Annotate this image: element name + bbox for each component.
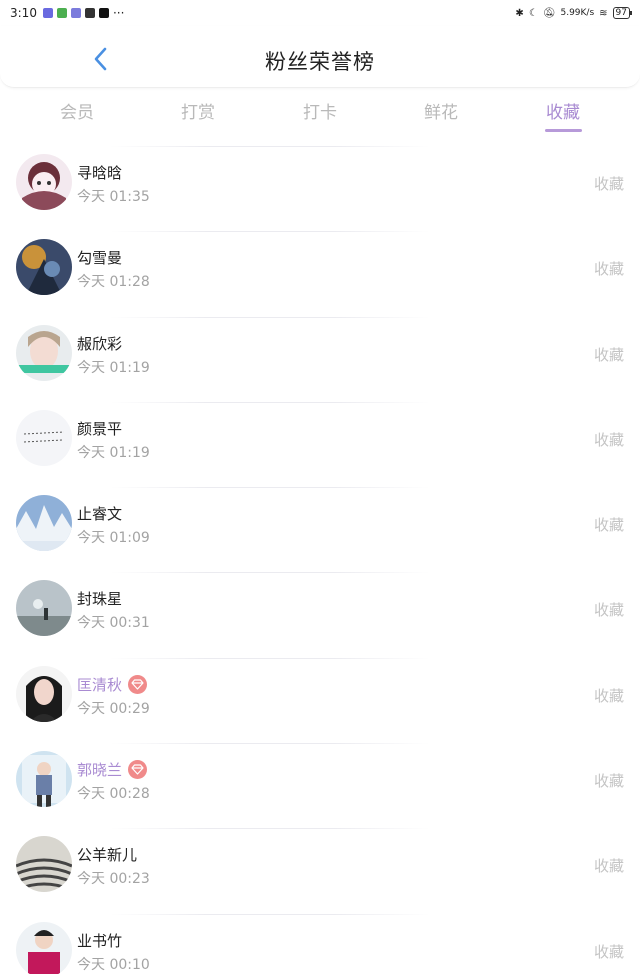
status-bar: 3:10 ··· ✱ ☾ 🔕︎ 5.99K/s ≋ 97 (0, 0, 640, 26)
favorite-time: 今天 01:35 (77, 189, 150, 205)
user-name: 勾雪曼 (77, 249, 123, 268)
favorite-label: 收藏 (593, 430, 624, 449)
list-item[interactable]: 勾雪曼 今天 01:28 收藏 (0, 231, 640, 316)
favorite-label: 收藏 (593, 942, 624, 961)
active-tab-indicator (545, 129, 582, 132)
favorite-label: 收藏 (593, 345, 624, 364)
avatar[interactable] (16, 836, 72, 893)
net-speed: 5.99K/s (560, 8, 595, 18)
avatar[interactable] (16, 239, 72, 296)
tab-bar: 会员 打赏 打卡 鲜花 收藏 (0, 92, 640, 134)
app-notification-icon (42, 8, 53, 18)
favorite-time: 今天 00:29 (77, 700, 150, 717)
vip-diamond-icon (128, 760, 148, 780)
favorite-label: 收藏 (593, 857, 624, 876)
divider (110, 231, 430, 233)
list-item[interactable]: 寻晗晗 今天 01:35 收藏 (0, 146, 640, 231)
mail-icon (70, 8, 81, 18)
avatar[interactable] (16, 409, 72, 466)
tab-checkin[interactable]: 打卡 (280, 98, 360, 123)
status-time: 3:10 (10, 6, 37, 20)
list-item[interactable]: 公羊新儿 今天 00:23 收藏 (0, 828, 640, 913)
name-line: 封珠星 (77, 588, 122, 609)
header: 粉丝荣誉榜 (0, 26, 640, 88)
list-item[interactable]: 匡清秋 今天 00:29 收藏 (0, 657, 640, 743)
qq-icon (84, 8, 95, 18)
divider (110, 316, 430, 318)
name-line: 赧欣彩 (77, 333, 122, 354)
status-left: 3:10 ··· (10, 6, 124, 20)
wechat-icon (56, 8, 67, 18)
tab-flowers[interactable]: 鲜花 (401, 98, 481, 123)
divider (110, 743, 430, 745)
vip-diamond-icon (128, 674, 148, 694)
tab-favorites[interactable]: 收藏 (523, 98, 603, 123)
divider (110, 913, 430, 915)
divider (110, 828, 430, 830)
favorite-label: 收藏 (593, 772, 624, 791)
name-line: 止睿文 (77, 503, 122, 524)
user-name: 匡清秋 (77, 675, 123, 694)
list-item[interactable]: 颜景平 今天 01:19 收藏 (0, 401, 640, 487)
list-item[interactable]: 业书竹 今天 00:10 收藏 (0, 913, 640, 974)
tab-reward[interactable]: 打赏 (158, 98, 238, 123)
favorite-time: 今天 01:09 (77, 530, 150, 547)
battery-icon: 97 (612, 7, 633, 19)
status-right: ✱ ☾ 🔕︎ 5.99K/s ≋ 97 (515, 7, 633, 19)
more-notifications-icon: ··· (112, 6, 125, 20)
favorite-time: 今天 00:28 (77, 786, 150, 803)
divider (110, 487, 430, 489)
user-name: 止睿文 (77, 505, 123, 524)
favorite-label: 收藏 (593, 260, 624, 279)
list-item[interactable]: 郭晓兰 今天 00:28 收藏 (0, 743, 640, 828)
favorite-time: 今天 01:28 (77, 274, 150, 291)
name-line: 勾雪曼 (77, 247, 122, 268)
user-name: 寻晗晗 (77, 164, 123, 182)
divider (110, 401, 430, 403)
wifi-icon: ≋ (599, 7, 608, 19)
favorite-time: 今天 00:10 (77, 956, 150, 973)
divider (110, 657, 430, 659)
mute-icon: 🔕︎ (542, 7, 556, 19)
tiktok-icon (98, 8, 109, 18)
favorite-time: 今天 00:31 (77, 615, 150, 632)
name-line: 颜景平 (77, 418, 122, 439)
avatar[interactable] (16, 921, 72, 974)
avatar[interactable] (16, 154, 72, 210)
favorite-time: 今天 00:23 (77, 871, 150, 888)
divider (110, 146, 430, 147)
avatar[interactable] (16, 580, 72, 637)
list-item[interactable]: 止睿文 今天 01:09 收藏 (0, 487, 640, 572)
user-name: 郭晓兰 (77, 761, 123, 780)
user-name: 封珠星 (77, 590, 123, 609)
favorite-label: 收藏 (593, 601, 624, 620)
favorite-label: 收藏 (593, 516, 624, 535)
favorite-label: 收藏 (593, 175, 624, 193)
avatar[interactable] (16, 324, 72, 381)
divider (110, 572, 430, 574)
user-name: 业书竹 (77, 931, 123, 950)
list-item[interactable]: 封珠星 今天 00:31 收藏 (0, 572, 640, 657)
avatar[interactable] (16, 751, 72, 808)
list-item[interactable]: 赧欣彩 今天 01:19 收藏 (0, 316, 640, 402)
user-name: 公羊新儿 (77, 846, 138, 865)
page-title: 粉丝荣誉榜 (265, 50, 375, 74)
favorite-time: 今天 01:19 (77, 359, 150, 376)
avatar[interactable] (16, 665, 72, 722)
user-name: 颜景平 (77, 419, 123, 438)
user-name: 赧欣彩 (77, 334, 123, 353)
moon-icon: ☾ (528, 7, 538, 19)
name-line: 公羊新儿 (77, 844, 137, 865)
tab-member[interactable]: 会员 (37, 98, 117, 123)
name-line: 郭晓兰 (77, 759, 148, 780)
favorite-time: 今天 01:19 (77, 444, 150, 461)
favorite-label: 收藏 (593, 686, 624, 705)
name-line: 匡清秋 (77, 674, 148, 695)
fan-list: 寻晗晗 今天 01:35 收藏 勾雪曼 今天 01:28 收藏 赧欣彩 今天 0… (0, 146, 640, 974)
name-line: 寻晗晗 (77, 162, 122, 183)
avatar[interactable] (16, 495, 72, 552)
bluetooth-icon: ✱ (515, 7, 524, 19)
name-line: 业书竹 (77, 930, 122, 951)
